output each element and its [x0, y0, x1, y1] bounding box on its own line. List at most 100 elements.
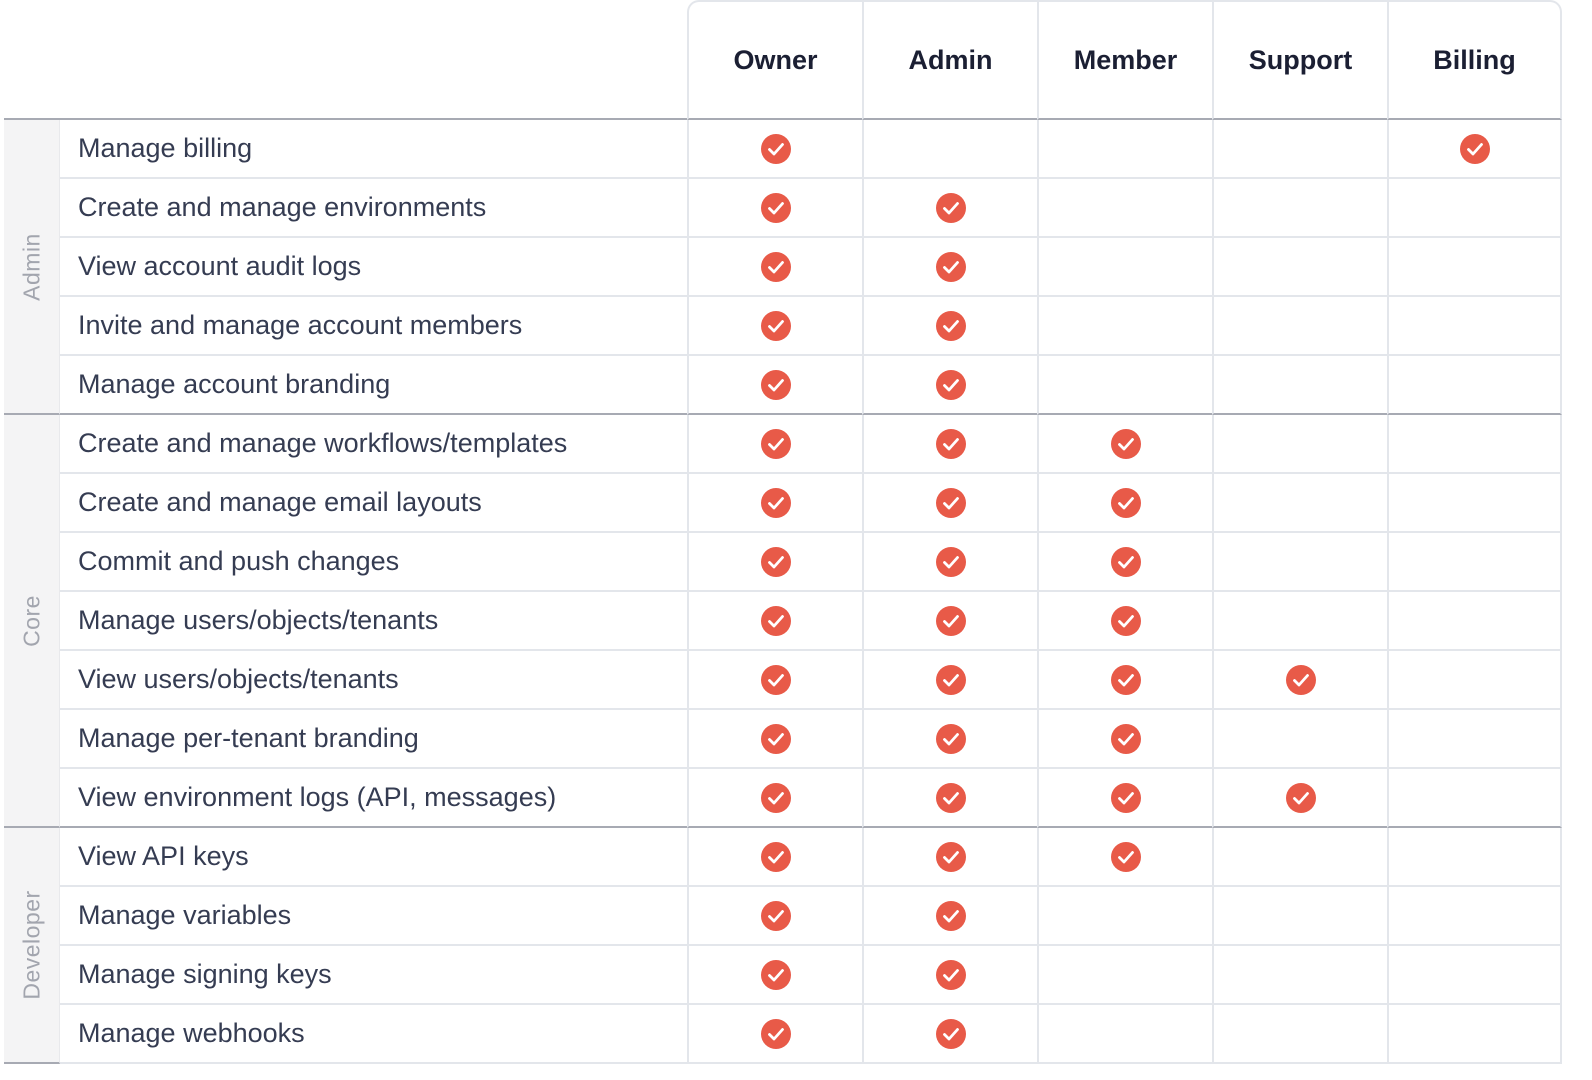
check-circle-icon	[935, 192, 966, 223]
permission-cell-member	[1037, 356, 1212, 415]
check-circle-icon	[935, 310, 966, 341]
permission-cell-billing	[1387, 533, 1562, 592]
check-circle-icon	[935, 428, 966, 459]
role-header-billing: Billing	[1387, 0, 1562, 120]
permission-cell-billing	[1387, 651, 1562, 710]
permission-cell-admin	[862, 474, 1037, 533]
permission-cell-owner	[687, 415, 862, 474]
permission-label: View account audit logs	[60, 238, 687, 297]
permission-label: Manage per-tenant branding	[60, 710, 687, 769]
header-blank-label	[60, 0, 687, 120]
check-circle-icon	[1285, 664, 1316, 695]
check-circle-icon	[935, 664, 966, 695]
check-circle-icon	[760, 369, 791, 400]
permission-cell-owner	[687, 710, 862, 769]
permission-cell-owner	[687, 887, 862, 946]
check-circle-icon	[935, 369, 966, 400]
permission-label: Create and manage email layouts	[60, 474, 687, 533]
permission-cell-support	[1212, 533, 1387, 592]
check-circle-icon	[1110, 664, 1141, 695]
permission-cell-billing	[1387, 887, 1562, 946]
permission-cell-billing	[1387, 415, 1562, 474]
permission-label: Commit and push changes	[60, 533, 687, 592]
permission-cell-billing	[1387, 297, 1562, 356]
check-circle-icon	[935, 1018, 966, 1049]
permission-cell-admin	[862, 887, 1037, 946]
permission-label: Manage variables	[60, 887, 687, 946]
check-circle-icon	[1110, 487, 1141, 518]
header-blank-group	[4, 0, 60, 120]
check-circle-icon	[760, 192, 791, 223]
permissions-body: Admin Manage billing Create and manage env…	[4, 120, 1562, 1064]
permissions-matrix: Owner Admin Member Support Billing Admin…	[0, 0, 1592, 1080]
permission-cell-admin	[862, 415, 1037, 474]
group-label: Admin	[18, 232, 44, 301]
permission-cell-admin	[862, 297, 1037, 356]
permission-cell-billing	[1387, 946, 1562, 1005]
permission-label: View API keys	[60, 828, 687, 887]
permission-cell-member	[1037, 828, 1212, 887]
check-circle-icon	[760, 546, 791, 577]
permission-cell-owner	[687, 1005, 862, 1064]
permission-cell-support	[1212, 946, 1387, 1005]
check-circle-icon	[1110, 605, 1141, 636]
permission-cell-member	[1037, 710, 1212, 769]
permission-cell-member	[1037, 1005, 1212, 1064]
permission-cell-support	[1212, 179, 1387, 238]
permission-cell-member	[1037, 179, 1212, 238]
check-circle-icon	[760, 605, 791, 636]
permission-label: Manage account branding	[60, 356, 687, 415]
permission-row: Manage account branding	[4, 356, 1562, 415]
permission-row: Create and manage email layouts	[4, 474, 1562, 533]
permission-label: Create and manage environments	[60, 179, 687, 238]
permission-cell-billing	[1387, 710, 1562, 769]
permission-cell-member	[1037, 120, 1212, 179]
permission-row: Manage per-tenant branding	[4, 710, 1562, 769]
permission-row: Invite and manage account members	[4, 297, 1562, 356]
check-circle-icon	[760, 133, 791, 164]
permission-cell-support	[1212, 828, 1387, 887]
permission-cell-admin	[862, 356, 1037, 415]
permission-cell-admin	[862, 710, 1037, 769]
permission-cell-admin	[862, 651, 1037, 710]
permission-cell-support	[1212, 651, 1387, 710]
check-circle-icon	[1110, 782, 1141, 813]
permission-cell-billing	[1387, 592, 1562, 651]
permission-cell-admin	[862, 592, 1037, 651]
permission-row: Manage signing keys	[4, 946, 1562, 1005]
check-circle-icon	[760, 782, 791, 813]
permission-label: Manage billing	[60, 120, 687, 179]
permission-row: Manage variables	[4, 887, 1562, 946]
check-circle-icon	[935, 959, 966, 990]
permission-cell-support	[1212, 474, 1387, 533]
check-circle-icon	[760, 428, 791, 459]
permission-label: View environment logs (API, messages)	[60, 769, 687, 828]
permission-cell-owner	[687, 356, 862, 415]
permission-label: Invite and manage account members	[60, 297, 687, 356]
permission-cell-member	[1037, 238, 1212, 297]
permission-cell-member	[1037, 887, 1212, 946]
group-label: Developer	[18, 890, 44, 1000]
permission-cell-support	[1212, 120, 1387, 179]
check-circle-icon	[935, 251, 966, 282]
permission-cell-billing	[1387, 179, 1562, 238]
check-circle-icon	[935, 487, 966, 518]
permission-cell-owner	[687, 238, 862, 297]
permission-row: Commit and push changes	[4, 533, 1562, 592]
permission-cell-admin	[862, 946, 1037, 1005]
role-header-admin: Admin	[862, 0, 1037, 120]
check-circle-icon	[935, 723, 966, 754]
permission-label: View users/objects/tenants	[60, 651, 687, 710]
permissions-table: Owner Admin Member Support Billing Admin…	[4, 0, 1562, 1064]
permission-cell-support	[1212, 887, 1387, 946]
permission-cell-support	[1212, 415, 1387, 474]
check-circle-icon	[1110, 723, 1141, 754]
permission-cell-member	[1037, 592, 1212, 651]
check-circle-icon	[935, 605, 966, 636]
check-circle-icon	[760, 959, 791, 990]
permission-cell-admin	[862, 179, 1037, 238]
check-circle-icon	[760, 841, 791, 872]
check-circle-icon	[760, 723, 791, 754]
permission-cell-admin	[862, 828, 1037, 887]
permission-cell-owner	[687, 769, 862, 828]
